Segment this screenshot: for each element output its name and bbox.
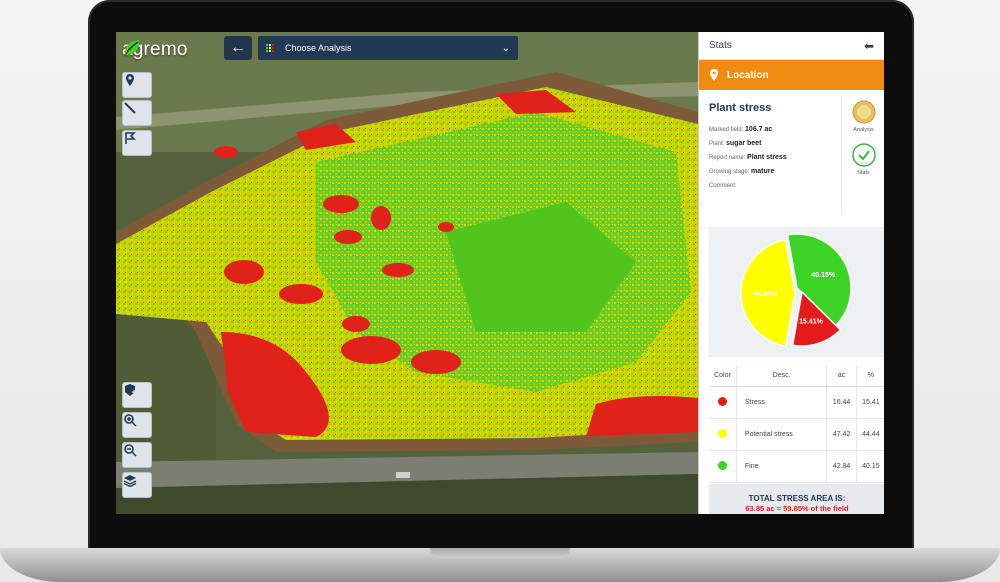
pie-label: 40.15% [811, 272, 836, 279]
total-stress-box: TOTAL STRESS AREA IS: 63.85 ac = 59.85% … [709, 484, 884, 514]
total-value: 63.85 ac = 59.85% of the field [745, 504, 849, 513]
laptop-stage: agremo ← Choose Analysis ⌄ Stats ⬅ Locat… [0, 0, 1000, 582]
stats-button-label: Stats [857, 170, 870, 176]
analysis-badge-icon[interactable] [852, 100, 876, 124]
col-ac: ac [826, 366, 857, 387]
stress-table: Color Desc. ac % Stress 16.44 15.41 Pote… [709, 366, 884, 483]
stress-dot-icon [717, 396, 727, 406]
analysis-label: Choose Analysis [285, 43, 352, 53]
side-actions: Analysis Stats [841, 96, 884, 214]
total-title: TOTAL STRESS AREA IS: [748, 494, 846, 503]
agremo-leaf-icon [124, 40, 140, 56]
zoom-out-icon [124, 444, 137, 457]
layers-button[interactable] [122, 472, 152, 498]
col-desc: Desc. [736, 366, 828, 387]
table-row: Stress 16.44 15.41 [709, 386, 884, 419]
chevron-down-icon: ⌄ [501, 42, 510, 54]
row-ac: 47.42 [826, 418, 857, 451]
agremo-logo[interactable]: agremo [122, 38, 188, 62]
table-header-row: Color Desc. ac % [709, 366, 884, 387]
table-row: Potential stress 47.42 44.44 [709, 418, 884, 451]
pie-svg: 40.15% 15.41% 44.44% [740, 233, 852, 348]
stats-header: Stats ⬅ [699, 32, 884, 60]
app-screen: agremo ← Choose Analysis ⌄ Stats ⬅ Locat… [116, 32, 884, 514]
layers-icon [123, 475, 137, 487]
choose-analysis-dropdown[interactable]: Choose Analysis ⌄ [258, 36, 518, 60]
location-pin-icon [126, 74, 134, 86]
laptop-base-notch [430, 548, 570, 558]
draw-line-icon [124, 102, 136, 114]
grid-icon [266, 43, 275, 53]
fine-dot-icon [717, 460, 727, 470]
location-bar[interactable]: Location [699, 60, 884, 90]
zoom-in-icon [124, 414, 137, 427]
location-pin-icon [710, 69, 718, 81]
back-button[interactable]: ← [224, 36, 252, 60]
row-desc: Fine [736, 450, 828, 483]
zoom-out-button[interactable] [122, 442, 152, 468]
location-pin-button[interactable] [122, 72, 152, 98]
zoom-in-button[interactable] [122, 412, 152, 438]
row-ac: 16.44 [826, 386, 857, 419]
draw-polygon-button[interactable] [122, 130, 152, 156]
report-info: Plant stress Marked field: 106.7 ac Plan… [699, 90, 884, 218]
col-pct: % [856, 366, 884, 387]
add-layer-button[interactable] [122, 382, 152, 408]
row-pct: 44.44 [856, 418, 884, 451]
flag-polygon-icon [125, 132, 136, 144]
back-arrow-icon: ← [230, 39, 246, 56]
map-imagery [116, 32, 698, 514]
table-row: Fine 42.84 40.15 [709, 450, 884, 483]
stats-panel: Stats ⬅ Location Plant stress Marked fie… [698, 32, 884, 514]
add-layer-icon [125, 384, 136, 396]
row-desc: Potential stress [736, 418, 828, 451]
field-map[interactable]: agremo ← Choose Analysis ⌄ [116, 32, 698, 514]
analysis-button-label: Analysis [853, 127, 874, 133]
check-circle-icon[interactable] [851, 143, 876, 167]
row-pct: 40.15 [856, 450, 884, 483]
pie-label: 44.44% [753, 291, 778, 298]
draw-line-button[interactable] [122, 100, 152, 126]
pie-label: 15.41% [799, 318, 824, 325]
row-ac: 42.84 [826, 450, 857, 483]
col-color: Color [709, 366, 737, 387]
collapse-arrow-icon[interactable]: ⬅ [864, 39, 874, 53]
row-desc: Stress [736, 386, 828, 419]
row-pct: 15.41 [856, 386, 884, 419]
stress-pie-chart: 40.15% 15.41% 44.44% [709, 227, 884, 357]
location-label: Location [727, 69, 769, 81]
panel-title: Stats [709, 40, 732, 51]
potential-stress-dot-icon [717, 428, 727, 438]
